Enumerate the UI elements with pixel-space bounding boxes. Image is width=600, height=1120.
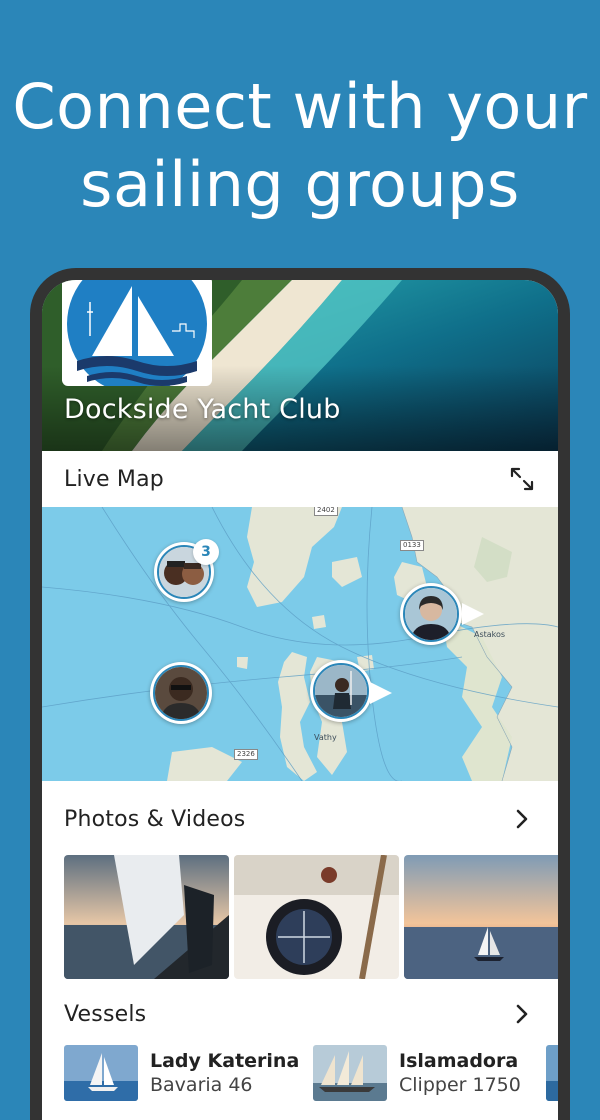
avatar	[315, 665, 367, 717]
app-screen: Dockside Yacht Club Live Map Astakos Vat…	[42, 280, 558, 1120]
phone-frame: Dockside Yacht Club Live Map Astakos Vat…	[30, 268, 570, 1120]
road-label: 2402	[314, 507, 338, 516]
vessel-name: Lady Katerina	[150, 1050, 300, 1072]
map-member-marker[interactable]	[150, 662, 212, 724]
chevron-right-icon[interactable]	[508, 805, 536, 833]
vessel-item[interactable]: Islamadora Clipper 1750	[313, 1043, 521, 1103]
club-name: Dockside Yacht Club	[64, 394, 341, 425]
vessel-thumbnail	[546, 1045, 558, 1101]
avatar	[155, 667, 207, 719]
road-label: 2326	[234, 749, 258, 760]
expand-icon[interactable]	[508, 465, 536, 493]
club-header: Dockside Yacht Club	[42, 280, 558, 451]
photo-thumbnail[interactable]	[404, 855, 558, 979]
photo-thumbnail[interactable]	[64, 855, 229, 979]
chevron-right-icon[interactable]	[508, 1000, 536, 1028]
photos-header[interactable]: Photos & Videos	[42, 781, 558, 853]
club-logo	[62, 280, 212, 386]
vessels-title: Vessels	[64, 1001, 147, 1027]
place-label-astakos: Astakos	[474, 630, 506, 639]
headline-line-2: sailing groups	[80, 148, 520, 221]
photos-title: Photos & Videos	[64, 806, 246, 832]
vessel-model: Clipper 1750	[399, 1074, 521, 1096]
vessels-header[interactable]: Vessels	[42, 981, 558, 1043]
map-member-marker[interactable]	[310, 660, 372, 722]
photos-carousel[interactable]	[42, 853, 558, 981]
vessel-model: Bavaria 46	[150, 1074, 253, 1096]
vessel-name: Islamadora	[399, 1050, 519, 1072]
live-map-header: Live Map	[42, 451, 558, 507]
map-member-marker[interactable]	[400, 583, 462, 645]
headline-line-1: Connect with your	[12, 70, 588, 143]
vessel-thumbnail	[313, 1045, 387, 1101]
road-label: 0133	[400, 540, 424, 551]
cluster-count-badge: 3	[193, 539, 219, 565]
heading-arrow-icon	[462, 603, 484, 625]
vessel-thumbnail	[64, 1045, 138, 1101]
vessel-item[interactable]: Lady Katerina Bavaria 46	[64, 1043, 299, 1103]
avatar	[405, 588, 457, 640]
headline: Connect with your sailing groups	[0, 68, 600, 224]
live-map[interactable]: Astakos Vathy 2402 0133 2326 3	[42, 507, 558, 781]
vessel-item[interactable]	[546, 1043, 558, 1103]
vessels-list[interactable]: Lady Katerina Bavaria 46 Islamadora Clip…	[42, 1043, 558, 1113]
place-label-vathy: Vathy	[314, 733, 337, 742]
photo-thumbnail[interactable]	[234, 855, 399, 979]
live-map-title: Live Map	[64, 466, 164, 492]
heading-arrow-icon	[370, 682, 392, 704]
